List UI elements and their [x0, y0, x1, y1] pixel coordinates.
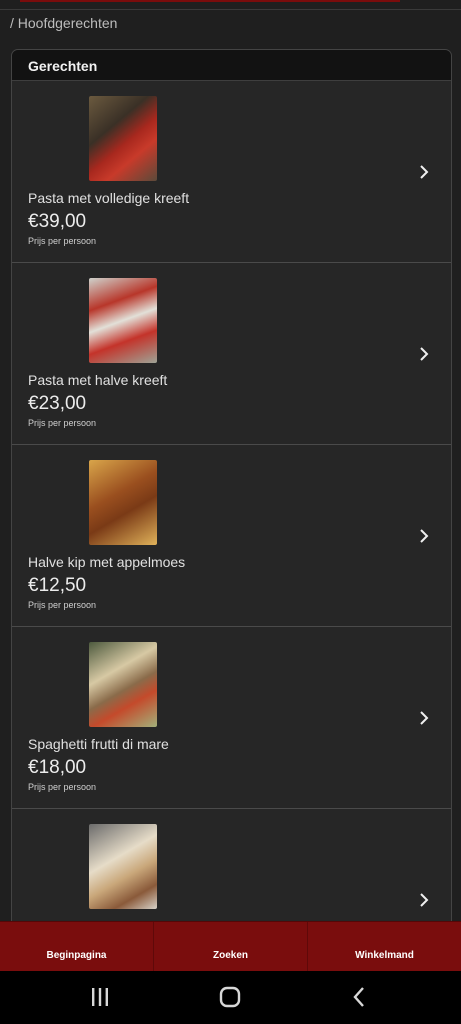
bottom-navigation: Beginpagina Zoeken Winkelmand — [0, 921, 461, 971]
chevron-right-icon[interactable] — [417, 893, 431, 907]
header-accent-line — [20, 0, 400, 2]
dish-price: €12,50 — [28, 575, 87, 596]
nav-search-button[interactable]: Zoeken — [154, 922, 308, 971]
chevron-right-icon[interactable] — [417, 529, 431, 543]
system-navigation-bar — [0, 971, 461, 1024]
dish-item[interactable]: Pasta met halve kreeft €23,00 Prijs per … — [12, 263, 451, 445]
top-header-strip — [0, 0, 461, 10]
lobster-pasta-photo — [89, 96, 157, 181]
dish-price: €39,00 — [28, 211, 87, 232]
chevron-right-icon[interactable] — [417, 165, 431, 179]
half-chicken-photo — [89, 460, 157, 545]
chevron-right-icon[interactable] — [417, 347, 431, 361]
home-icon[interactable] — [218, 985, 242, 1009]
recent-apps-icon[interactable] — [88, 985, 112, 1009]
price-unit: Prijs per persoon — [28, 600, 97, 610]
dish-price: €18,00 — [28, 757, 87, 778]
price-unit: Prijs per persoon — [28, 418, 97, 428]
chevron-right-icon[interactable] — [417, 711, 431, 725]
back-icon[interactable] — [348, 985, 372, 1009]
dishes-panel: Gerechten Pasta met volledige kreeft €39… — [11, 49, 452, 929]
dish-price: €23,00 — [28, 393, 87, 414]
price-unit: Prijs per persoon — [28, 782, 97, 792]
half-lobster-pasta-photo — [89, 278, 157, 363]
dish-item[interactable]: Spaghetti frutti di mare €18,00 Prijs pe… — [12, 627, 451, 809]
nav-home-button[interactable]: Beginpagina — [0, 922, 154, 971]
nav-cart-button[interactable]: Winkelmand — [308, 922, 461, 971]
dish-photo — [89, 824, 157, 909]
price-unit: Prijs per persoon — [28, 236, 97, 246]
dish-name: Pasta met halve kreeft — [28, 372, 168, 388]
panel-title: Gerechten — [12, 50, 451, 81]
dish-item[interactable]: Pasta met volledige kreeft €39,00 Prijs … — [12, 81, 451, 263]
dish-item[interactable] — [12, 809, 451, 928]
dish-name: Halve kip met appelmoes — [28, 554, 186, 570]
dish-name: Pasta met volledige kreeft — [28, 190, 190, 206]
dish-name: Spaghetti frutti di mare — [28, 736, 169, 752]
dish-item[interactable]: Halve kip met appelmoes €12,50 Prijs per… — [12, 445, 451, 627]
seafood-spaghetti-photo — [89, 642, 157, 727]
breadcrumb[interactable]: / Hoofdgerechten — [10, 15, 117, 31]
